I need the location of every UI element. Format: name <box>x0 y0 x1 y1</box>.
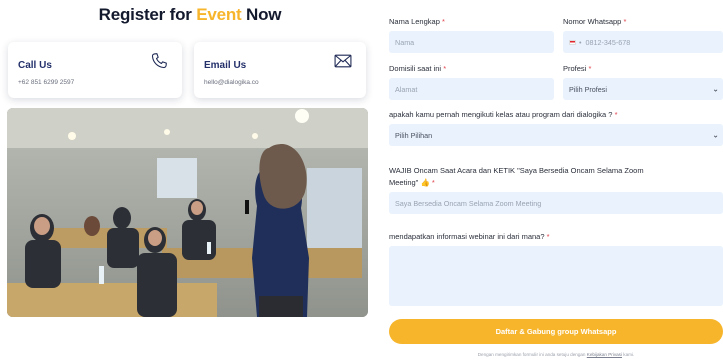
nama-label: Nama Lengkap * <box>389 17 445 26</box>
email-card[interactable]: Email Us hello@dialogika.co <box>194 42 366 98</box>
sumber-textarea[interactable] <box>389 246 723 306</box>
id-flag-icon[interactable] <box>569 39 576 45</box>
thumbs-up-icon: 👍 <box>420 178 430 187</box>
domisili-input[interactable]: Alamat <box>389 78 554 100</box>
title-pre: Register for <box>98 5 192 24</box>
title-post: Now <box>246 5 282 24</box>
call-number: +62 851 6299 2597 <box>18 79 75 86</box>
email-address: hello@dialogika.co <box>204 79 259 86</box>
whatsapp-label: Nomor Whatsapp * <box>563 17 627 26</box>
event-photo-illustration <box>7 108 368 317</box>
sumber-label: mendapatkan informasi webinar ini dari m… <box>389 232 550 241</box>
profesi-label: Profesi * <box>563 64 592 73</box>
whatsapp-input[interactable]: • 0812-345-678 <box>563 31 723 53</box>
phone-icon <box>151 53 167 69</box>
title-accent: Event <box>196 5 242 24</box>
privacy-policy-link[interactable]: Kebijakan Privasi <box>587 352 622 357</box>
chevron-down-icon: ⌄ <box>712 84 719 94</box>
wajib-label: WAJIB Oncam Saat Acara dan KETIK "Saya B… <box>389 166 644 187</box>
dial-code: • <box>579 37 582 47</box>
event-photo <box>7 108 368 317</box>
chevron-down-icon: ⌄ <box>712 130 719 140</box>
envelope-icon <box>334 54 352 68</box>
profesi-select[interactable]: Pilih Profesi ⌄ <box>563 78 723 100</box>
call-card[interactable]: Call Us +62 851 6299 2597 <box>8 42 182 98</box>
call-label: Call Us <box>18 60 52 71</box>
pernah-label: apakah kamu pernah mengikuti kelas atau … <box>389 110 618 119</box>
privacy-footnote: Dengan mengirimkan formulir ini anda set… <box>477 352 635 357</box>
nama-input[interactable]: Nama <box>389 31 554 53</box>
domisili-label: Domisili saat ini * <box>389 64 447 73</box>
wajib-input[interactable]: Saya Bersedia Oncam Selama Zoom Meeting <box>389 192 723 214</box>
email-label: Email Us <box>204 60 247 71</box>
submit-button[interactable]: Daftar & Gabung group Whatsapp <box>389 319 723 344</box>
pernah-select[interactable]: Pilih Pilihan ⌄ <box>389 124 723 146</box>
page-title: Register for Event Now <box>0 5 380 25</box>
